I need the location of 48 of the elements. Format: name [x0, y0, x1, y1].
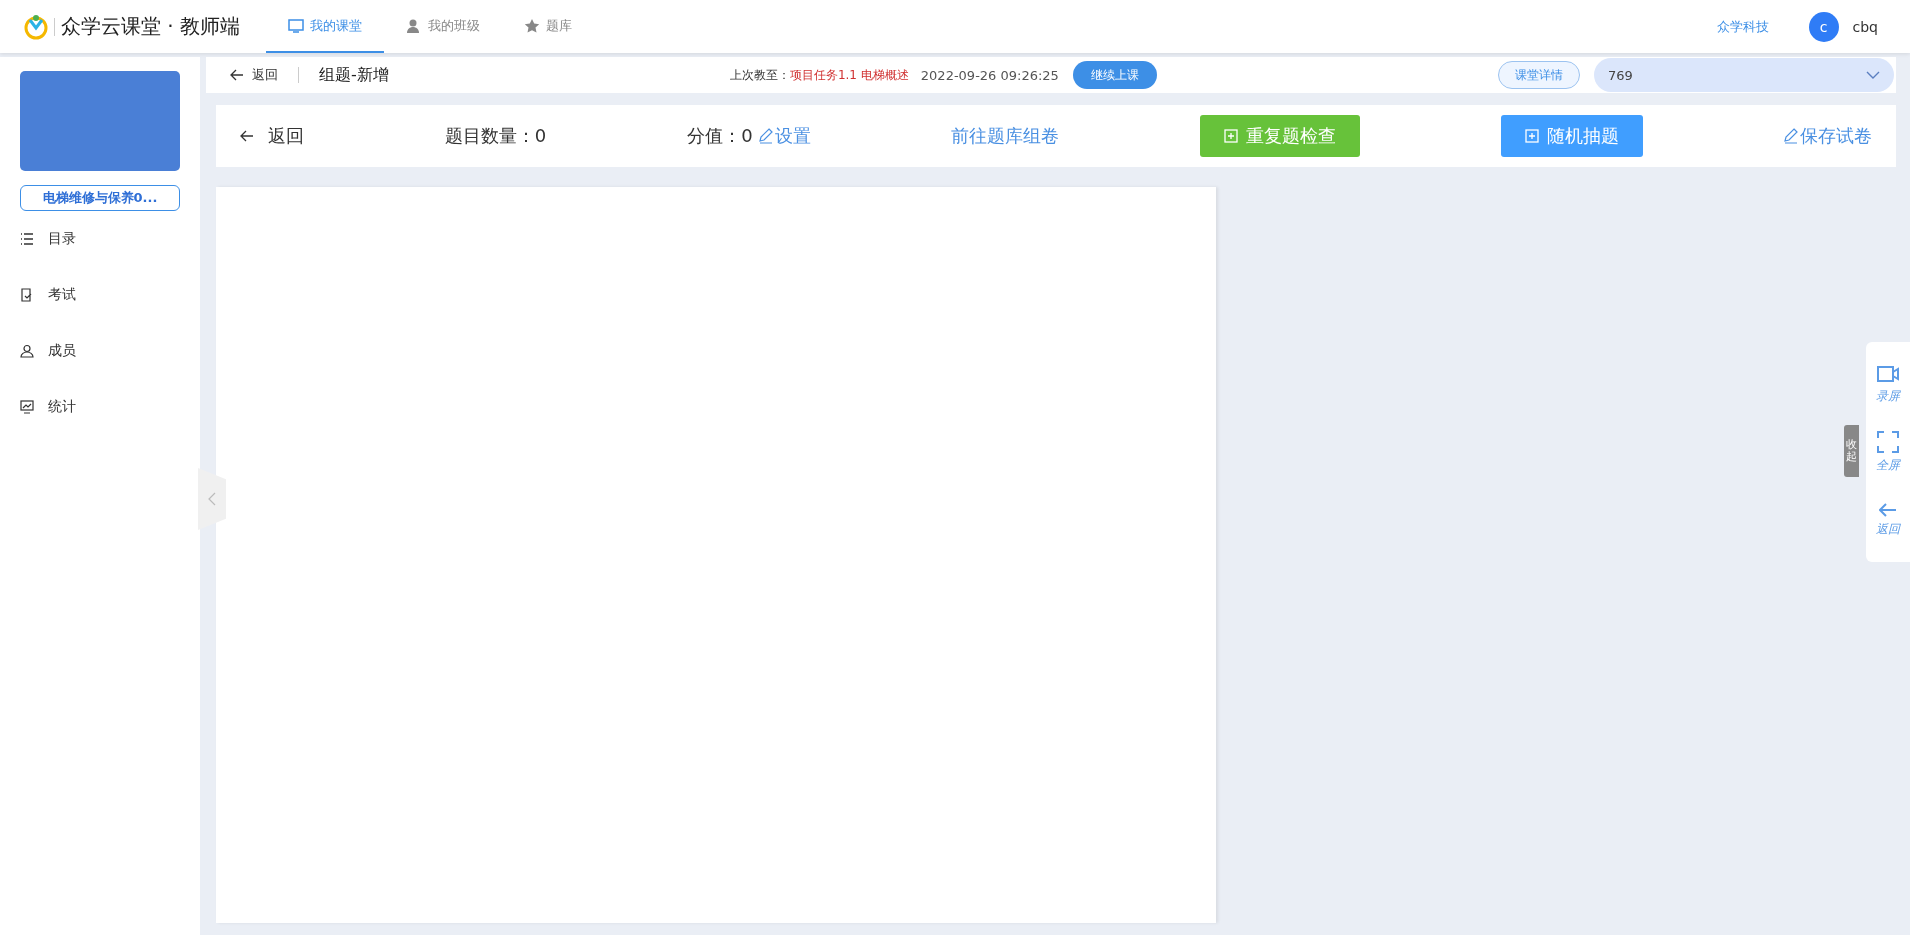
star-icon — [524, 17, 541, 34]
class-details-button[interactable]: 课堂详情 — [1498, 61, 1580, 89]
arrow-left-icon — [230, 69, 244, 81]
side-tool-button[interactable]: 录屏 — [1876, 350, 1900, 418]
back-link[interactable]: 返回 — [240, 124, 304, 148]
nav-tab[interactable]: 我的班级 — [384, 0, 503, 53]
course-name[interactable]: 电梯维修与保养0... — [20, 185, 180, 211]
random-pick-button[interactable]: 随机抽题 — [1501, 115, 1644, 157]
save-paper-link[interactable]: 保存试卷 — [1783, 124, 1872, 148]
add-square-icon — [1224, 129, 1239, 143]
sidebar-item[interactable]: 成员 — [20, 323, 180, 379]
last-taught-label: 上次教至： — [729, 66, 790, 84]
collapse-tab[interactable]: 收起 — [1844, 425, 1860, 477]
arrow-left-icon — [1879, 502, 1897, 517]
last-taught-time: 2022-09-26 09:26:25 — [920, 67, 1059, 83]
sidebar-item[interactable]: 统计 — [20, 379, 180, 435]
user-avatar: c — [1808, 11, 1839, 42]
back-link[interactable]: 返回 — [230, 66, 278, 84]
side-tool-button[interactable]: 全屏 — [1876, 418, 1900, 486]
sidebar-item[interactable]: 目录 — [20, 211, 180, 267]
chevron-down-icon — [1866, 71, 1880, 79]
logo-icon — [24, 13, 48, 40]
lesson-link[interactable]: 项目任务1.1 电梯概述 — [789, 66, 909, 84]
page-title: 组题-新增 — [319, 64, 389, 86]
arrow-left-icon — [240, 130, 254, 142]
document-icon — [20, 288, 34, 302]
pencil-icon — [758, 128, 773, 144]
monitor-icon — [288, 17, 305, 34]
list-icon — [20, 232, 34, 246]
chart-icon — [20, 400, 34, 414]
class-select[interactable]: 769 — [1594, 58, 1894, 92]
nav-tab[interactable]: 我的课堂 — [266, 0, 385, 53]
user-name: cbq — [1852, 18, 1878, 35]
question-count: 题目数量：0 — [444, 124, 547, 148]
video-camera-icon — [1876, 363, 1900, 384]
settings-link[interactable]: 设置 — [758, 124, 811, 148]
side-tool-button[interactable]: 返回 — [1876, 486, 1900, 554]
nav-tab[interactable]: 题库 — [502, 0, 595, 53]
score-total: 分值：0 — [687, 124, 753, 148]
user-icon — [20, 344, 34, 358]
app-title: 众学云课堂 · 教师端 — [61, 13, 241, 40]
pencil-icon — [1783, 128, 1798, 144]
question-bank-link[interactable]: 前往题库组卷 — [951, 124, 1060, 148]
duplicate-check-button[interactable]: 重复题检查 — [1200, 115, 1361, 157]
fullscreen-icon — [1877, 430, 1899, 453]
continue-class-button[interactable]: 继续上课 — [1072, 61, 1157, 89]
company-link[interactable]: 众学科技 — [1716, 17, 1769, 36]
sidebar-item[interactable]: 考试 — [20, 267, 180, 323]
